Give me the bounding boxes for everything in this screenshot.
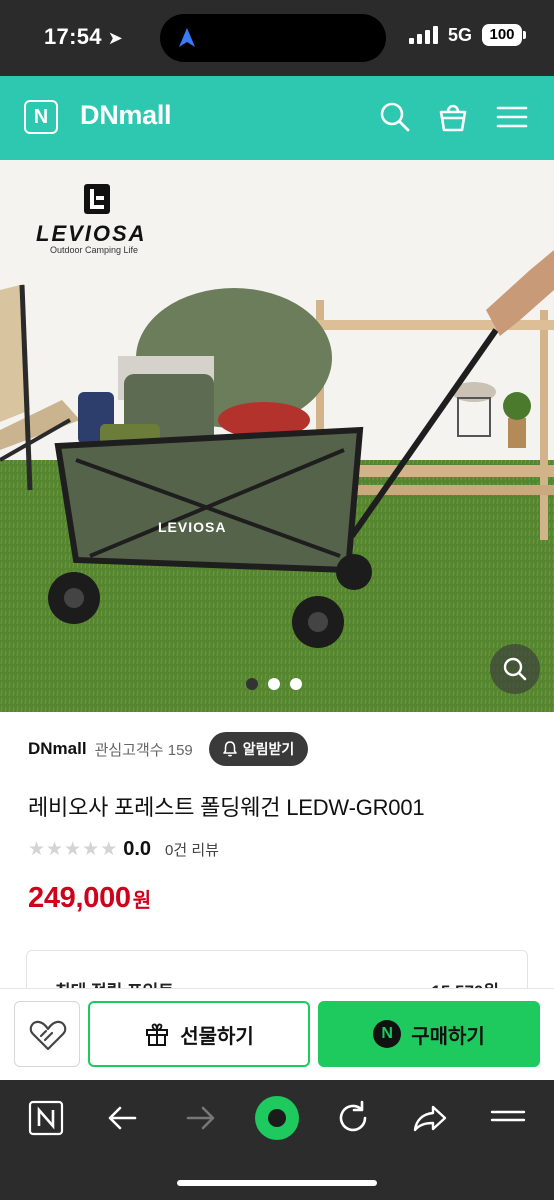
alarm-button[interactable]: 알림받기	[208, 732, 309, 766]
brand-logo-text: LEVIOSA	[36, 221, 147, 246]
home-indicator[interactable]	[177, 1180, 377, 1186]
star-icon: ★	[64, 839, 82, 860]
rating-value: 0.0	[123, 838, 152, 860]
carousel-dot[interactable]	[268, 678, 280, 690]
seller-row: DNmall 관심고객수 159 알림받기	[28, 732, 309, 766]
naver-home-icon[interactable]	[24, 1096, 68, 1140]
brand-logo: LEVIOSA Outdoor Camping Life	[36, 184, 147, 255]
interest-count: 관심고객수 159	[94, 741, 193, 759]
seller-name[interactable]: DNmall	[28, 739, 87, 759]
navigation-arrow-icon	[179, 28, 195, 47]
clock-text: 17:54	[44, 24, 102, 49]
star-icon: ★	[82, 839, 100, 860]
shopping-bag-icon[interactable]	[436, 100, 470, 134]
wishlist-button[interactable]	[14, 1001, 80, 1067]
price: 249,000	[28, 882, 131, 914]
gift-button[interactable]: 선물하기	[88, 1001, 310, 1067]
star-icon: ★	[28, 839, 46, 860]
forward-icon[interactable]	[178, 1096, 222, 1140]
refresh-icon[interactable]	[331, 1096, 375, 1140]
carousel-dot[interactable]	[246, 678, 258, 690]
share-icon[interactable]	[408, 1096, 452, 1140]
site-header: N DNmall	[0, 76, 554, 160]
star-icon: ★	[100, 839, 118, 860]
search-icon[interactable]	[378, 100, 412, 134]
svg-text:LEVIOSA: LEVIOSA	[158, 519, 226, 535]
site-brand[interactable]: DNmall	[80, 100, 172, 131]
signal-icon	[408, 26, 438, 44]
green-dot-icon[interactable]	[253, 1094, 301, 1142]
location-arrow-icon: ➤	[107, 28, 124, 48]
star-rating: ★ ★ ★ ★ ★	[28, 840, 117, 859]
price-row: 249,000 원	[28, 882, 151, 915]
battery-icon: 100	[482, 24, 526, 46]
alarm-label: 알림받기	[242, 741, 295, 757]
gift-icon	[146, 1023, 169, 1046]
purchase-action-bar: 선물하기 N 구매하기	[0, 988, 554, 1080]
zoom-button[interactable]	[490, 644, 540, 694]
menu-icon[interactable]	[486, 1096, 530, 1140]
carousel-indicator	[246, 678, 302, 690]
back-icon[interactable]	[101, 1096, 145, 1140]
currency: 원	[132, 890, 152, 912]
buy-label: 구매하기	[411, 1025, 485, 1048]
buy-button[interactable]: N 구매하기	[318, 1001, 540, 1067]
rating-row: ★ ★ ★ ★ ★ 0.0 0건 리뷰	[28, 838, 219, 861]
dynamic-island	[160, 14, 386, 62]
brand-logo-subtitle: Outdoor Camping Life	[50, 245, 139, 255]
site-logo[interactable]: N	[24, 100, 58, 134]
heart-icon	[29, 1020, 67, 1051]
review-count[interactable]: 0건 리뷰	[165, 839, 219, 860]
magnifier-icon	[503, 657, 527, 681]
menu-icon[interactable]	[495, 100, 529, 134]
status-bar: 17:54 ➤ 5G 100	[0, 0, 554, 76]
product-title: 레비오사 포레스트 폴딩웨건 LEDW-GR001	[28, 795, 425, 820]
npay-icon: N	[373, 1020, 402, 1048]
bell-plus-icon	[223, 741, 237, 757]
product-image[interactable]: LEVIOSA LEVIOSA Outdoor Camping Life	[0, 160, 554, 712]
carousel-dot[interactable]	[290, 678, 302, 690]
gift-label: 선물하기	[180, 1025, 254, 1048]
network-label: 5G	[447, 24, 472, 45]
leviosa-logo-icon	[84, 184, 110, 214]
star-icon: ★	[46, 839, 64, 860]
status-indicators: 5G 100	[408, 24, 526, 46]
status-time: 17:54 ➤	[44, 24, 123, 50]
